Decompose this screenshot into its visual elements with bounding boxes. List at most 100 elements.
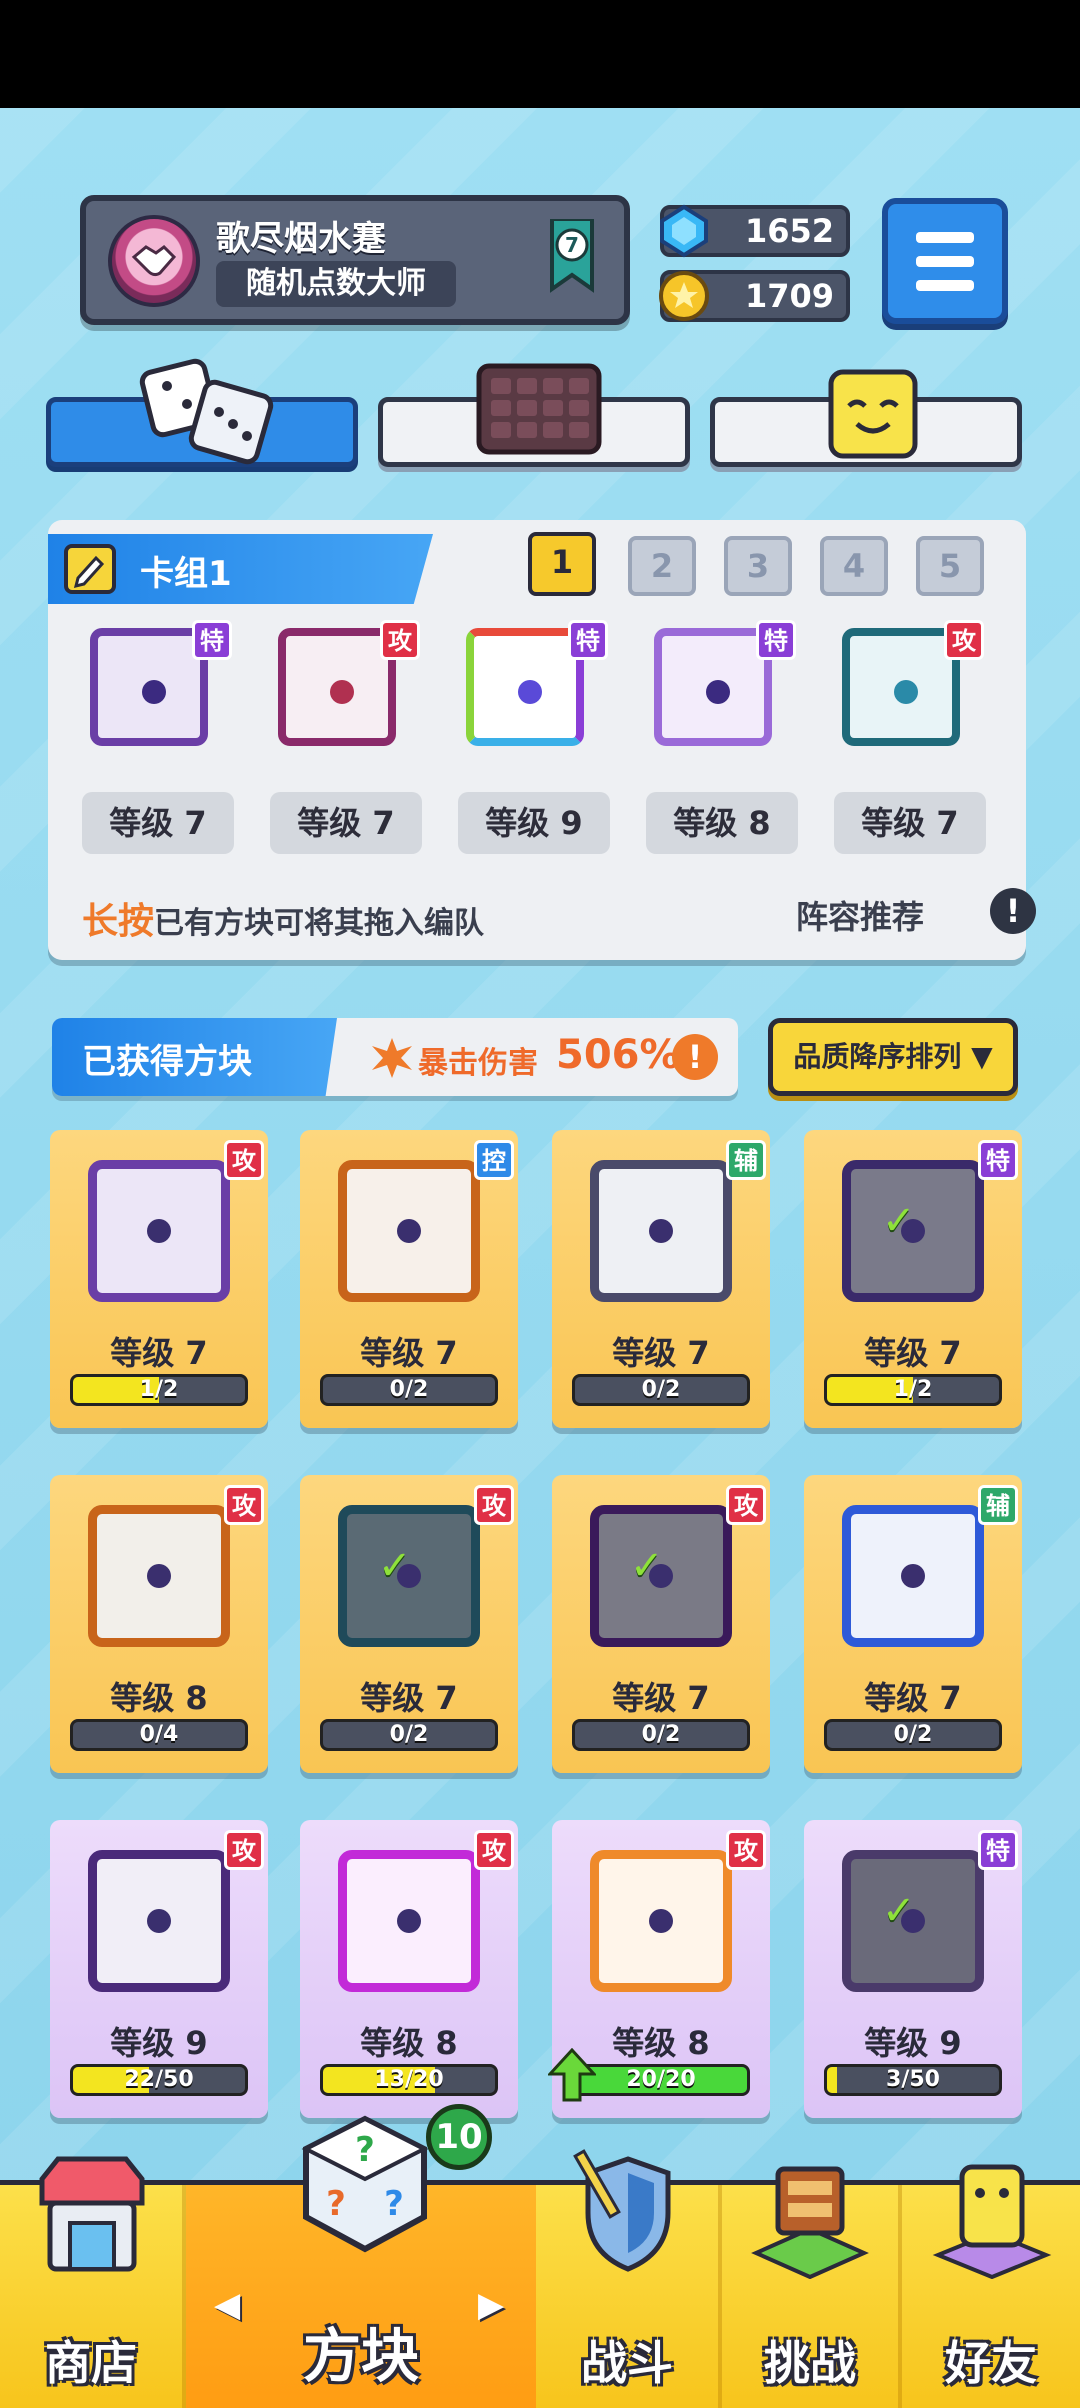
player-profile-card[interactable]: 歌尽烟水蹇 随机点数大师 7 xyxy=(80,195,630,325)
upgrade-progress-bar: 1/2 xyxy=(70,1374,248,1406)
upgrade-progress-bar: 3/50 xyxy=(824,2064,1002,2096)
bottom-nav: 商店 ? ? ? ◀ ▶ 方块 战斗 挑战 好友 xyxy=(0,2115,1080,2408)
crit-damage-value: 506% xyxy=(556,1032,680,1078)
deck-card[interactable]: 攻 xyxy=(824,610,984,760)
progress-text: 0/4 xyxy=(139,1722,179,1747)
nav-blocks[interactable]: ? ? ? ◀ ▶ 方块 xyxy=(186,2115,536,2408)
svg-text:?: ? xyxy=(326,2184,346,2224)
type-tag: 辅 xyxy=(726,1140,766,1180)
block-level: 等级 7 xyxy=(612,1679,710,1717)
block-level: 等级 7 xyxy=(360,1334,458,1372)
upgrade-progress-bar: 0/4 xyxy=(70,1719,248,1751)
progress-text: 3/50 xyxy=(886,2067,940,2092)
progress-text: 0/2 xyxy=(641,1377,681,1402)
block-level: 等级 7 xyxy=(110,1334,208,1372)
deck-tab-4[interactable]: 4 xyxy=(820,536,888,596)
type-tag: 攻 xyxy=(224,1140,264,1180)
shield-sword-icon xyxy=(573,2149,671,2272)
lineup-recommend-button[interactable]: 阵容推荐 xyxy=(796,892,924,938)
deck-title: 卡组1 xyxy=(140,554,232,594)
card-art xyxy=(90,628,208,746)
card-art xyxy=(466,628,584,746)
upgrade-progress-bar: 13/20 xyxy=(320,2064,498,2096)
owned-block-card[interactable]: ✓ 攻等级 7 0/2 xyxy=(300,1475,518,1773)
block-art xyxy=(842,1505,984,1647)
card-level: 等级 7 xyxy=(834,792,986,854)
card-level: 等级 7 xyxy=(82,792,234,854)
card-art xyxy=(842,628,960,746)
block-level: 等级 9 xyxy=(110,2024,208,2062)
deck-tab-2[interactable]: 2 xyxy=(628,536,696,596)
deck-title-bar: 卡组1 xyxy=(48,534,433,604)
tab-emote[interactable] xyxy=(710,369,1022,467)
tab-board[interactable] xyxy=(378,363,690,467)
owned-block-card[interactable]: 辅等级 7 0/2 xyxy=(552,1130,770,1428)
coin-amount: 1709 xyxy=(744,277,834,315)
svg-text:?: ? xyxy=(384,2184,404,2224)
menu-button[interactable] xyxy=(882,198,1008,324)
deck-tab-1[interactable]: 1 xyxy=(528,532,596,596)
upgrade-progress-bar: 0/2 xyxy=(572,1374,750,1406)
owned-block-card[interactable]: ✓ 攻等级 7 0/2 xyxy=(552,1475,770,1773)
block-art xyxy=(590,1160,732,1302)
gem-counter[interactable]: 1652 xyxy=(660,204,850,258)
deck-tab-3[interactable]: 3 xyxy=(724,536,792,596)
equipped-check-icon: ✓ xyxy=(882,1888,916,1934)
deck-card[interactable]: 特 xyxy=(448,610,608,760)
crit-damage-label: 暴击伤害 xyxy=(418,1046,538,1081)
block-level: 等级 8 xyxy=(110,1679,208,1717)
svg-text:?: ? xyxy=(355,2130,375,2170)
owned-block-card[interactable]: 攻等级 8 13/20 xyxy=(300,1820,518,2118)
nav-friends-label: 好友 xyxy=(945,2336,1037,2390)
tab-dice[interactable] xyxy=(46,358,358,467)
coin-counter[interactable]: 1709 xyxy=(659,270,850,322)
info-icon[interactable]: ! xyxy=(990,888,1036,934)
handshake-icon xyxy=(131,245,177,277)
nav-shop-label: 商店 xyxy=(45,2336,137,2390)
upgrade-progress-bar: 20/20 xyxy=(572,2064,750,2096)
upgrade-arrow-icon[interactable] xyxy=(548,2048,596,2102)
upgrade-progress-bar: 22/50 xyxy=(70,2064,248,2096)
owned-block-card[interactable]: ✓ 特等级 9 3/50 xyxy=(804,1820,1022,2118)
block-art xyxy=(88,1505,230,1647)
card-level: 等级 8 xyxy=(646,792,798,854)
progress-text: 20/20 xyxy=(626,2067,696,2092)
deck-tab-5[interactable]: 5 xyxy=(916,536,984,596)
type-tag: 攻 xyxy=(726,1485,766,1525)
player-name: 歌尽烟水蹇 xyxy=(216,219,386,259)
rank-number: 7 xyxy=(565,233,579,257)
deck-card[interactable]: 特 xyxy=(636,610,796,760)
nav-shop[interactable]: 商店 xyxy=(0,2156,182,2408)
progress-text: 0/2 xyxy=(389,1722,429,1747)
progress-text: 1/2 xyxy=(139,1377,179,1402)
block-level: 等级 7 xyxy=(864,1679,962,1717)
drag-hint: 长按已有方块可将其拖入编队 xyxy=(82,892,484,944)
owned-block-card[interactable]: 攻等级 7 1/2 xyxy=(50,1130,268,1428)
crit-info-icon[interactable]: ! xyxy=(672,1034,718,1080)
card-level: 等级 9 xyxy=(458,792,610,854)
friend-character-icon xyxy=(932,2164,1052,2279)
owned-block-card[interactable]: 攻等级 8 0/4 xyxy=(50,1475,268,1773)
deck-card[interactable]: 特 xyxy=(72,610,232,760)
owned-block-card[interactable]: 攻等级 8 20/20 xyxy=(548,1820,770,2118)
nav-challenge-label: 挑战 xyxy=(764,2336,856,2390)
hint-rest: 已有方块可将其拖入编队 xyxy=(154,906,485,941)
deck-panel: 卡组1 1 2 3 4 5 特 攻 特 特 攻 等级 7 等级 7 等级 9 等… xyxy=(48,520,1036,960)
type-tag: 特 xyxy=(192,620,232,660)
owned-block-card[interactable]: ✓ 特等级 7 1/2 xyxy=(804,1130,1022,1428)
block-art xyxy=(338,1850,480,1992)
nav-battle[interactable]: 战斗 xyxy=(536,2149,718,2408)
rank-ribbon-icon[interactable]: 7 xyxy=(546,219,598,299)
nav-friends[interactable]: 好友 xyxy=(902,2164,1080,2408)
crit-burst-icon xyxy=(372,1038,412,1078)
sort-dropdown[interactable]: 品质降序排列 ▼ xyxy=(768,1018,1018,1096)
owned-block-card[interactable]: 控等级 7 0/2 xyxy=(300,1130,518,1428)
upgrade-progress-bar: 0/2 xyxy=(572,1719,750,1751)
deck-card[interactable]: 攻 xyxy=(260,610,420,760)
nav-challenge[interactable]: 挑战 xyxy=(722,2166,898,2408)
status-bar xyxy=(0,0,1080,108)
owned-block-card[interactable]: 攻等级 9 22/50 xyxy=(50,1820,268,2118)
owned-block-card[interactable]: 辅等级 7 0/2 xyxy=(804,1475,1022,1773)
pencil-icon[interactable] xyxy=(64,544,116,594)
equipped-check-icon: ✓ xyxy=(630,1543,664,1589)
